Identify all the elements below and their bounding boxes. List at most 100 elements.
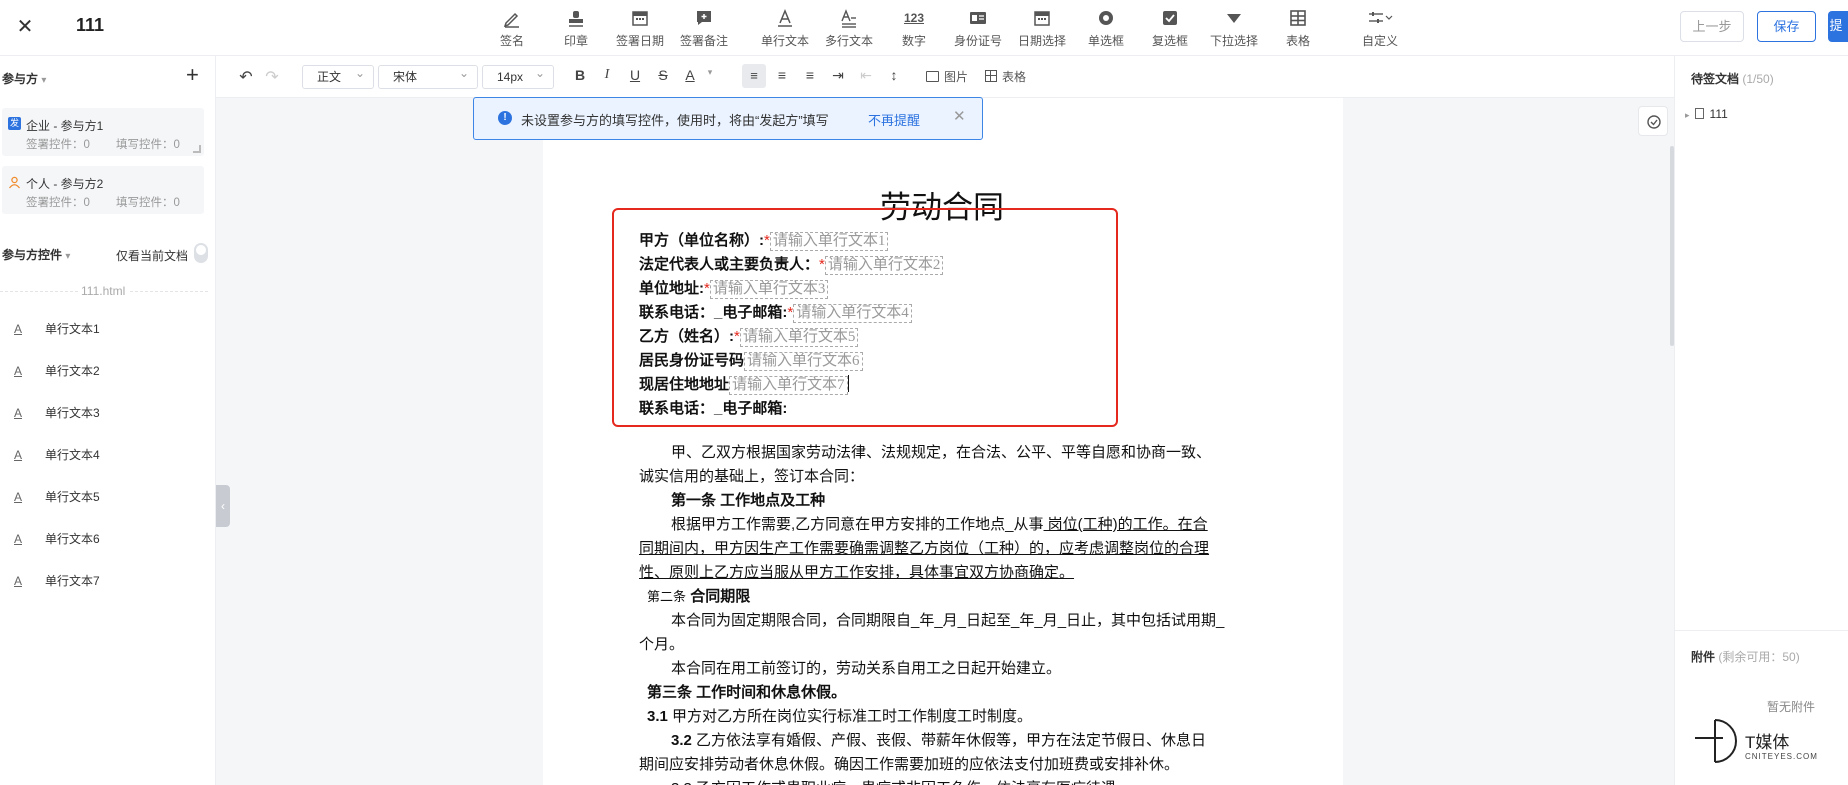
font-size-select[interactable]: 14px — [482, 62, 554, 89]
bold-icon[interactable]: B — [570, 67, 590, 83]
control-item[interactable]: A 单行文本2 — [14, 362, 100, 379]
controls-header[interactable]: 参与方控件 ▾ — [2, 246, 70, 263]
tool-label: 身份证号 — [953, 34, 1002, 48]
font-family-select[interactable]: 宋体 — [378, 62, 478, 89]
doc-tree-item[interactable]: ▸ 111 — [1685, 107, 1728, 121]
text-run: 3.2 — [671, 732, 692, 749]
control-item[interactable]: A 单行文本5 — [14, 488, 100, 505]
participant-card[interactable]: 发 企业 - 参与方1 签署控件：0 填写控件：0 — [2, 108, 204, 156]
outdent-icon[interactable]: ⇤ — [856, 67, 876, 84]
tool-stamp[interactable]: 印章 — [544, 8, 608, 49]
control-item[interactable]: A 单行文本6 — [14, 530, 100, 547]
strikethrough-icon[interactable]: S — [653, 67, 673, 83]
submit-button[interactable]: 提 — [1828, 11, 1848, 42]
form-line: 联系电话：_电子邮箱:* 请输入单行文本4 — [639, 301, 912, 323]
notice-banner: ! 未设置参与方的填写控件，使用时，将由“发起方”填写 不再提醒 ✕ — [473, 97, 983, 140]
check-status-button[interactable] — [1638, 106, 1668, 136]
align-left-icon[interactable]: ≡ — [742, 64, 766, 88]
text-field[interactable]: 请输入单行文本2 — [824, 256, 944, 275]
prev-step-button[interactable]: 上一步 — [1680, 11, 1744, 42]
control-item[interactable]: A 单行文本3 — [14, 404, 100, 421]
control-item[interactable]: A 单行文本4 — [14, 446, 100, 463]
tool-custom[interactable]: 自定义 — [1348, 8, 1412, 49]
sliders-icon — [1369, 12, 1393, 23]
align-justify-icon[interactable]: ≡ — [800, 67, 820, 83]
tool-signature[interactable]: 签名 — [480, 8, 544, 49]
chevron-right-icon: ▸ — [1685, 110, 1690, 120]
controls-title: 参与方控件 — [2, 248, 63, 262]
form-line: 甲方（单位名称）:* 请输入单行文本1 — [639, 229, 889, 251]
add-participant-button[interactable]: + — [186, 62, 199, 88]
only-current-doc-toggle[interactable] — [194, 243, 208, 263]
save-button[interactable]: 保存 — [1757, 11, 1816, 42]
left-panel: 参与方 ▾ + 发 企业 - 参与方1 签署控件：0 填写控件：0 个人 - 参… — [0, 56, 216, 785]
text-a-icon — [778, 9, 792, 27]
tool-checkbox[interactable]: 复选框 — [1138, 8, 1202, 49]
text-a-icon: A — [14, 364, 23, 378]
paragraph-style-select[interactable]: 正文 — [302, 62, 374, 89]
indent-icon[interactable]: ⇥ — [828, 67, 848, 84]
text-run: 3.1 — [647, 708, 668, 725]
initiator-badge: 发 — [8, 117, 21, 130]
chevron-down-icon: ▾ — [41, 75, 47, 86]
control-item[interactable]: A 单行文本1 — [14, 320, 100, 337]
watermark-logo-icon — [1695, 719, 1737, 763]
text-run: 乙方依法享有婚假、产假、丧假、带薪年休假等，甲方在法定节假日、休息日 — [691, 732, 1207, 749]
undo-icon[interactable]: ↶ — [236, 67, 256, 87]
text-field[interactable]: 请输入单行文本7 — [729, 376, 848, 395]
chevron-down-icon[interactable]: ▾ — [700, 67, 720, 78]
close-icon[interactable]: ✕ — [953, 107, 966, 125]
insert-table-button[interactable]: 表格 — [985, 68, 1026, 85]
tool-sign-date[interactable]: 签署日期 — [608, 8, 672, 49]
multiline-text-icon — [841, 9, 856, 28]
collapse-left-panel-button[interactable]: ‹ — [216, 485, 230, 527]
text-field[interactable]: 请输入单行文本3 — [709, 280, 829, 299]
tool-date-select[interactable]: 日期选择 — [1010, 8, 1074, 49]
attachments-header: 附件 (剩余可用：50) — [1691, 648, 1800, 665]
tool-multi-text[interactable]: 多行文本 — [817, 8, 881, 49]
text-field[interactable]: 请输入单行文本1 — [769, 232, 889, 251]
only-current-doc-label: 仅看当前文档 — [116, 249, 189, 263]
tool-table[interactable]: 表格 — [1266, 8, 1330, 49]
calendar-icon — [632, 11, 648, 26]
dont-remind-link[interactable]: 不再提醒 — [868, 110, 920, 129]
form-line: 联系电话：_电子邮箱: — [639, 397, 787, 418]
format-toolbar: ↶ ↷ 正文 宋体 14px B I U S A ▾ ≡ ≡ ≡ ⇥ ⇤ ↕ 图… — [216, 56, 1674, 98]
image-label: 图片 — [944, 70, 969, 84]
control-label: 单行文本4 — [45, 448, 100, 462]
control-label: 单行文本3 — [45, 406, 100, 420]
tool-id-card[interactable]: 身份证号 — [946, 8, 1010, 49]
pending-title: 待签文档 — [1691, 72, 1740, 86]
tool-radio[interactable]: 单选框 — [1074, 8, 1138, 49]
text-a-icon: A — [14, 532, 23, 546]
align-center-icon[interactable]: ≡ — [772, 67, 792, 83]
tool-dropdown[interactable]: 下拉选择 — [1202, 8, 1266, 49]
participant-card[interactable]: 个人 - 参与方2 签署控件：0 填写控件：0 — [2, 166, 204, 214]
insert-image-button[interactable]: 图片 — [926, 68, 968, 85]
id-card-icon — [970, 12, 986, 24]
italic-icon[interactable]: I — [597, 67, 617, 83]
redo-icon[interactable]: ↷ — [262, 67, 282, 87]
tool-single-text[interactable]: 单行文本 — [753, 8, 817, 49]
participants-header[interactable]: 参与方 ▾ — [2, 70, 46, 87]
font-color-icon[interactable]: A — [680, 67, 700, 83]
underline-icon[interactable]: U — [625, 67, 645, 83]
field-label: 联系电话：_电子邮箱: — [639, 304, 788, 321]
doc-item-name: 111 — [1709, 107, 1728, 121]
tool-label: 签署备注 — [679, 34, 728, 48]
watermark-subtext: CNITEYES.COM — [1745, 752, 1818, 761]
control-item[interactable]: A 单行文本7 — [14, 572, 100, 589]
text-field[interactable]: 请输入单行文本4 — [793, 304, 912, 323]
paragraph: 3.1 甲方对乙方所在岗位实行标准工时工作制度工时制度。 — [647, 705, 1032, 729]
text-field[interactable]: 请输入单行文本6 — [744, 352, 863, 371]
line-height-icon[interactable]: ↕ — [884, 67, 904, 83]
close-icon[interactable]: ✕ — [14, 16, 36, 38]
check-circle-icon — [1647, 115, 1661, 129]
table-icon — [1290, 10, 1306, 26]
tool-label: 自定义 — [1361, 34, 1398, 48]
tool-sign-note[interactable]: 签署备注 — [672, 8, 736, 49]
text-field[interactable]: 请输入单行文本5 — [739, 328, 859, 347]
text-cursor — [847, 375, 849, 392]
tool-number[interactable]: 123 数字 — [882, 8, 946, 49]
text-a-icon: A — [14, 574, 23, 588]
